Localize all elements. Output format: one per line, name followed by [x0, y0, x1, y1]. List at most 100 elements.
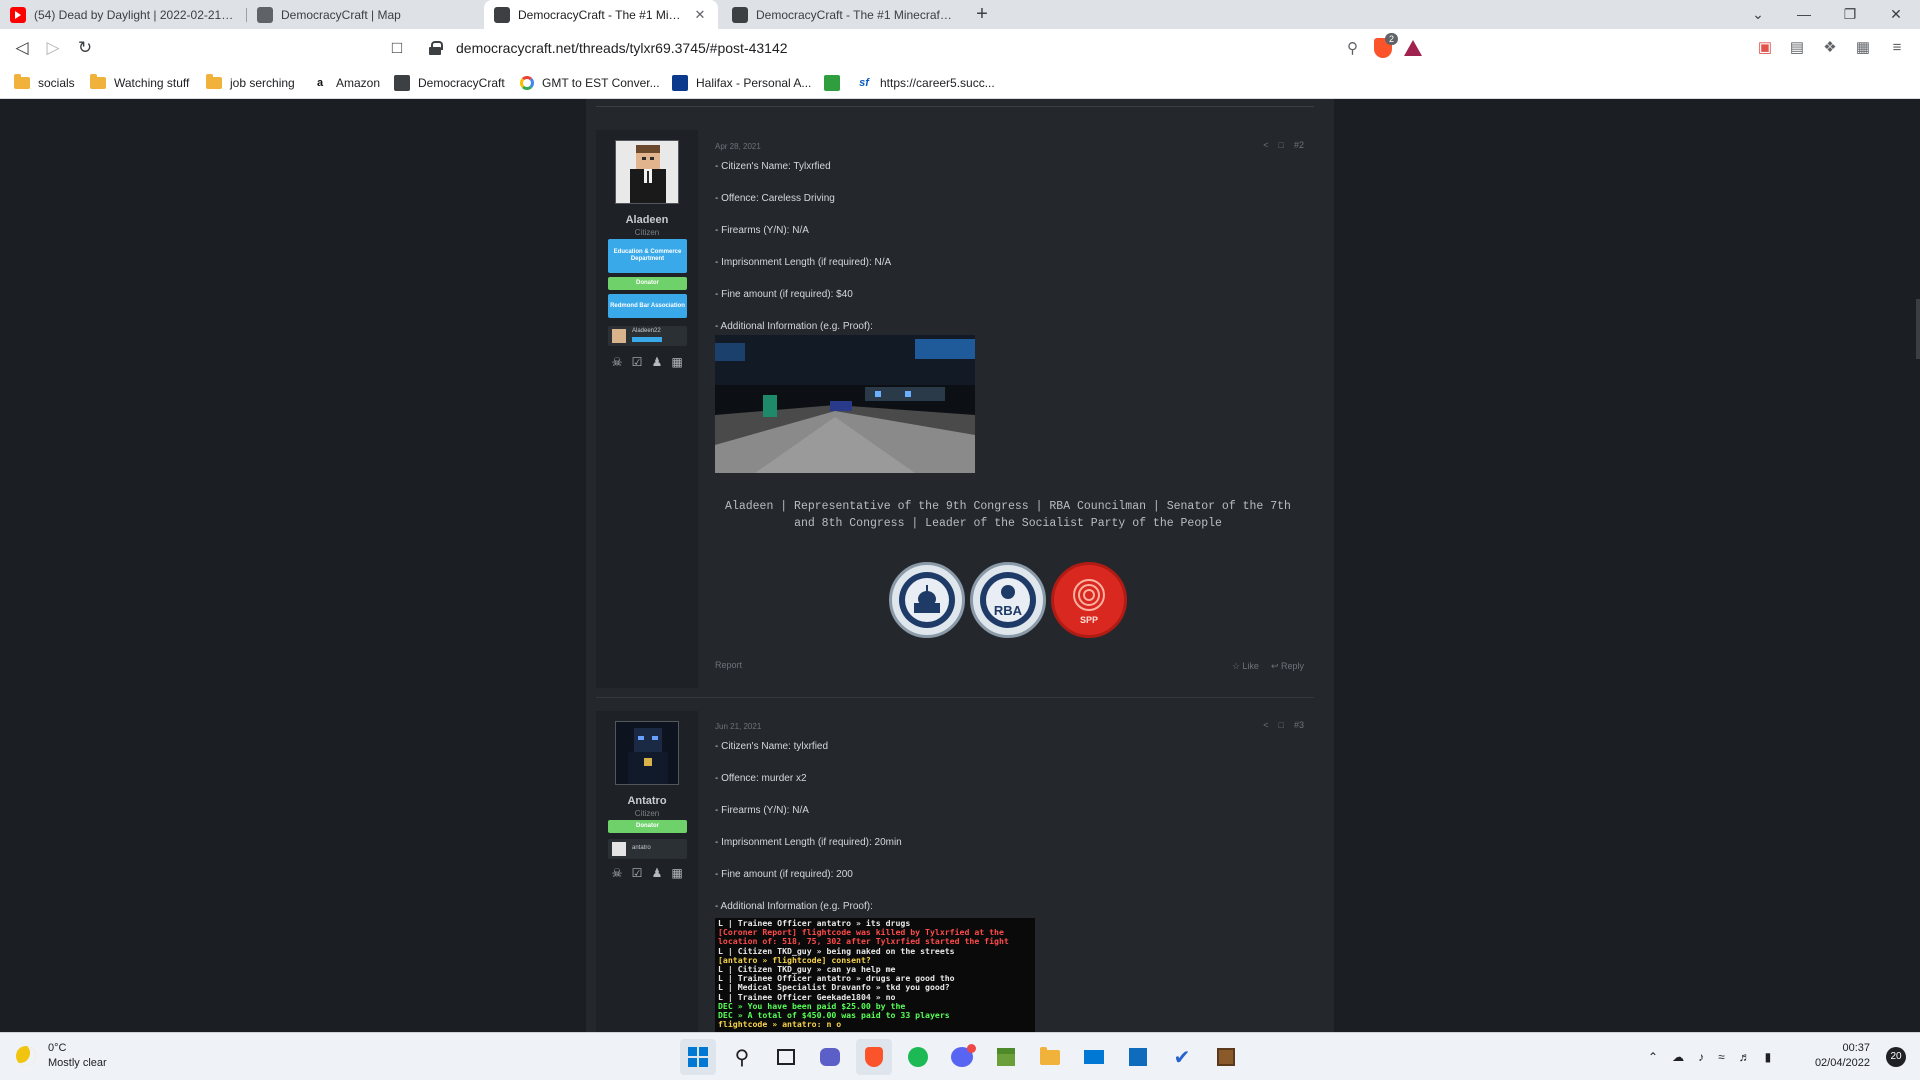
- bookmark-amazon[interactable]: a Amazon: [312, 74, 380, 92]
- tab-democracycraft-map[interactable]: DemocracyCraft | Map: [247, 0, 482, 29]
- avatar[interactable]: [615, 721, 679, 785]
- close-tab-icon[interactable]: ✕: [692, 7, 708, 23]
- building-icon[interactable]: ▦: [668, 354, 686, 370]
- moon-icon: [16, 1046, 36, 1066]
- tab-bar: (54) Dead by Daylight | 2022-02-21 - Y D…: [0, 0, 1920, 29]
- minecraft-name: Aladeen22: [632, 328, 661, 334]
- ballot-icon[interactable]: ☑: [628, 354, 646, 370]
- forum-post: Aladeen Citizen Education & Commerce Dep…: [596, 130, 1314, 688]
- handshake-icon[interactable]: ☠: [608, 865, 626, 881]
- reply-button[interactable]: ↩ Reply: [1271, 661, 1304, 672]
- bookmark-icon[interactable]: □: [1279, 140, 1284, 150]
- bookmark-democracycraft[interactable]: DemocracyCraft: [394, 74, 505, 92]
- reload-button[interactable]: ↻: [72, 35, 98, 61]
- microphone-icon[interactable]: ♪: [1698, 1050, 1704, 1064]
- post-author[interactable]: Aladeen: [596, 214, 698, 226]
- back-button[interactable]: ◁: [9, 35, 35, 61]
- bookmark-gmt-to-est[interactable]: GMT to EST Conver...: [520, 74, 660, 92]
- calendar-button[interactable]: [1120, 1039, 1156, 1075]
- minecraft-button[interactable]: [1208, 1039, 1244, 1075]
- post-date[interactable]: Jun 21, 2021: [715, 722, 761, 731]
- proof-screenshot[interactable]: [715, 335, 975, 473]
- rba-badge[interactable]: RBA: [970, 562, 1046, 638]
- menu-icon[interactable]: ≡: [1886, 37, 1908, 59]
- bookmark-halifax[interactable]: Halifax - Personal A...: [672, 74, 811, 92]
- extensions-puzzle-icon[interactable]: ❖: [1819, 37, 1841, 59]
- brave-rewards-icon[interactable]: [1404, 40, 1422, 56]
- mail-button[interactable]: [1076, 1039, 1112, 1075]
- tab-search-button[interactable]: ⌄: [1735, 0, 1781, 29]
- forum-post: Antatro Citizen Donator antatro ☠ ☑ ♟ ▦ …: [596, 711, 1314, 1032]
- brave-shield-icon[interactable]: 2: [1374, 33, 1398, 58]
- chevron-up-icon[interactable]: ⌃: [1648, 1050, 1658, 1064]
- bookmark-career5[interactable]: sf https://career5.succ...: [856, 74, 995, 92]
- ballot-icon[interactable]: ☑: [628, 865, 646, 881]
- minimize-button[interactable]: —: [1781, 0, 1827, 29]
- spotify-button[interactable]: [900, 1039, 936, 1075]
- discord-button[interactable]: [944, 1039, 980, 1075]
- start-button[interactable]: [680, 1039, 716, 1075]
- folder-icon: [206, 74, 222, 89]
- onedrive-icon[interactable]: ☁: [1672, 1050, 1684, 1064]
- post-line: - Citizen's Name: tylxrfied: [715, 741, 829, 752]
- bookmark-icon[interactable]: □: [1279, 720, 1284, 730]
- brave-browser-button[interactable]: [856, 1039, 892, 1075]
- like-button[interactable]: ☆ Like: [1232, 661, 1259, 672]
- avatar[interactable]: [615, 140, 679, 204]
- url-text[interactable]: democracycraft.net/threads/tylxr69.3745/…: [456, 40, 1347, 56]
- post-date[interactable]: Apr 28, 2021: [715, 142, 761, 151]
- checkmark-icon: ✔: [1173, 1046, 1191, 1069]
- user-banner: Donator: [608, 277, 687, 290]
- bookmark-job-serching[interactable]: job serching: [206, 74, 295, 92]
- wallet-icon[interactable]: ▦: [1852, 37, 1874, 59]
- post-number[interactable]: #2: [1294, 140, 1304, 150]
- todo-button[interactable]: ✔: [1164, 1039, 1200, 1075]
- post-author[interactable]: Antatro: [596, 795, 698, 807]
- minecraft-status-bar: [632, 337, 662, 342]
- share-icon[interactable]: <: [1263, 720, 1268, 730]
- report-link[interactable]: Report: [715, 660, 742, 670]
- chat-screenshot[interactable]: L | Trainee Officer antatro » its drugs …: [715, 918, 1035, 1032]
- people-icon[interactable]: ♟: [648, 865, 666, 881]
- tab-youtube[interactable]: (54) Dead by Daylight | 2022-02-21 - Y: [0, 0, 245, 29]
- file-explorer-button[interactable]: [1032, 1039, 1068, 1075]
- forward-button[interactable]: ▷: [40, 35, 66, 61]
- tab-democracycraft-active[interactable]: DemocracyCraft - The #1 Minecraft Countr…: [484, 0, 718, 29]
- teams-chat-button[interactable]: [812, 1039, 848, 1075]
- bookmark-page-icon[interactable]: □: [384, 35, 410, 61]
- tab-democracycraft[interactable]: DemocracyCraft - The #1 Minecraft Countr…: [722, 0, 962, 29]
- wifi-icon[interactable]: ≈: [1718, 1050, 1725, 1064]
- search-button[interactable]: ⚲: [724, 1039, 760, 1075]
- zoom-icon[interactable]: ⚲: [1347, 39, 1358, 57]
- extension-icon[interactable]: ▤: [1786, 37, 1808, 59]
- weather-widget[interactable]: 0°C Mostly clear: [16, 1041, 107, 1071]
- minecraft-profile[interactable]: antatro: [608, 839, 687, 859]
- restore-button[interactable]: ❐: [1827, 0, 1873, 29]
- volume-icon[interactable]: ♬: [1739, 1050, 1751, 1064]
- congress-badge[interactable]: [889, 562, 965, 638]
- minecraft-night-street-image: [715, 335, 975, 473]
- close-window-button[interactable]: ✕: [1873, 0, 1919, 29]
- spp-badge[interactable]: SPP: [1051, 562, 1127, 638]
- bookmark-watching-stuff[interactable]: Watching stuff: [90, 74, 189, 92]
- minecraft-profile[interactable]: Aladeen22: [608, 326, 687, 346]
- bookmark-socials[interactable]: socials: [14, 74, 75, 92]
- task-view-button[interactable]: [768, 1039, 804, 1075]
- new-tab-button[interactable]: +: [970, 2, 994, 26]
- share-icon[interactable]: <: [1263, 140, 1268, 150]
- battery-icon[interactable]: ▮: [1765, 1050, 1772, 1064]
- minecraft-launcher-button[interactable]: [988, 1039, 1024, 1075]
- shield-count: 2: [1384, 33, 1398, 45]
- bookmark-green-site[interactable]: [824, 74, 848, 92]
- building-icon[interactable]: ▦: [668, 865, 686, 881]
- address-bar[interactable]: democracycraft.net/threads/tylxr69.3745/…: [420, 33, 1422, 63]
- notification-count-badge[interactable]: 20: [1886, 1047, 1906, 1067]
- grass-block-icon: [997, 1048, 1015, 1066]
- post-number[interactable]: #3: [1294, 720, 1304, 730]
- people-icon[interactable]: ♟: [648, 354, 666, 370]
- scrollbar-thumb[interactable]: [1916, 299, 1920, 359]
- tab-title: DemocracyCraft | Map: [281, 7, 401, 22]
- extension-icon[interactable]: ▣: [1754, 37, 1776, 59]
- clock[interactable]: 00:37 02/04/2022: [1815, 1041, 1870, 1071]
- handshake-icon[interactable]: ☠: [608, 354, 626, 370]
